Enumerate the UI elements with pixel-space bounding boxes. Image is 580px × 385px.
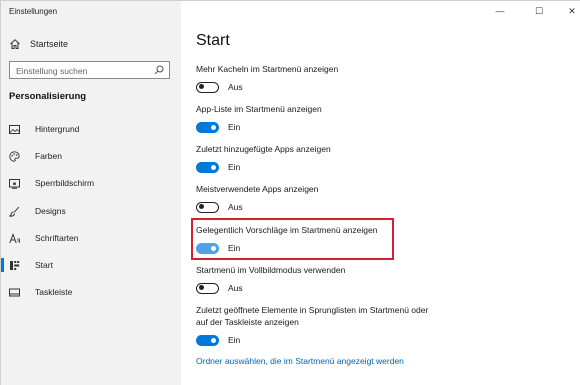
- start-icon: [10, 260, 20, 270]
- setting-jump-lists: Zuletzt geöffnete Elemente in Sprunglist…: [196, 304, 431, 346]
- toggle-state: Ein: [228, 335, 241, 345]
- setting-label: Mehr Kacheln im Startmenü anzeigen: [196, 64, 339, 74]
- sidebar-item-taskleiste[interactable]: Taskleiste: [1, 283, 181, 301]
- maximize-button[interactable]: ☐: [533, 5, 545, 17]
- setting-label: App-Liste im Startmenü anzeigen: [196, 104, 322, 114]
- toggle-switch[interactable]: [196, 334, 219, 346]
- setting-label: Zuletzt hinzugefügte Apps anzeigen: [196, 144, 331, 154]
- setting-more-tiles: Mehr Kacheln im Startmenü anzeigen Aus: [196, 63, 566, 93]
- toggle-state: Ein: [228, 162, 241, 172]
- choose-folders-link[interactable]: Ordner auswählen, die im Startmenü angez…: [196, 356, 404, 366]
- search-placeholder: Einstellung suchen: [16, 66, 88, 76]
- sidebar-item-label: Schriftarten: [35, 233, 79, 243]
- search-icon[interactable]: [154, 65, 164, 75]
- font-icon: [9, 232, 20, 243]
- setting-recent-apps: Zuletzt hinzugefügte Apps anzeigen Ein: [196, 143, 566, 173]
- settings-window: Einstellungen Startseite Einstellung suc…: [0, 0, 580, 385]
- toggle-state: Aus: [228, 283, 243, 293]
- toggle-state: Ein: [228, 243, 241, 253]
- lock-screen-icon: [9, 178, 20, 189]
- picture-icon: [9, 124, 20, 134]
- sidebar-item-sperrbildschirm[interactable]: Sperrbildschirm: [1, 174, 181, 192]
- sidebar-item-start[interactable]: Start: [1, 256, 181, 274]
- window-title: Einstellungen: [9, 7, 58, 16]
- toggle-switch[interactable]: [196, 161, 219, 173]
- toggle-switch[interactable]: [196, 201, 219, 213]
- setting-label: Meistverwendete Apps anzeigen: [196, 184, 319, 194]
- sidebar-item-label: Hintergrund: [35, 124, 80, 134]
- toggle-switch[interactable]: [196, 121, 219, 133]
- sidebar-item-designs[interactable]: Designs: [1, 202, 181, 220]
- toggle-state: Aus: [228, 82, 243, 92]
- sidebar-item-label: Designs: [35, 206, 66, 216]
- page-title: Start: [196, 32, 230, 49]
- sidebar-item-label: Start: [35, 260, 53, 270]
- home-link[interactable]: Startseite: [9, 36, 68, 52]
- toggle-state: Aus: [228, 202, 243, 212]
- toggle-state: Ein: [228, 122, 241, 132]
- sidebar-item-label: Farben: [35, 151, 62, 161]
- sidebar-item-label: Taskleiste: [35, 287, 73, 297]
- setting-label: Startmenü im Vollbildmodus verwenden: [196, 265, 346, 275]
- setting-app-list: App-Liste im Startmenü anzeigen Ein: [196, 103, 566, 133]
- toggle-switch[interactable]: [196, 242, 219, 254]
- search-input[interactable]: Einstellung suchen: [9, 61, 170, 79]
- close-button[interactable]: ✕: [566, 5, 578, 17]
- toggle-switch[interactable]: [196, 81, 219, 93]
- section-title: Personalisierung: [9, 91, 87, 102]
- home-icon: [10, 39, 20, 49]
- setting-most-used-apps: Meistverwendete Apps anzeigen Aus: [196, 183, 566, 213]
- setting-label: Gelegentlich Vorschläge im Startmenü anz…: [196, 225, 378, 235]
- setting-fullscreen-start: Startmenü im Vollbildmodus verwenden Aus: [196, 264, 566, 294]
- palette-icon: [9, 150, 20, 162]
- home-label: Startseite: [30, 39, 69, 49]
- main-content: — ☐ ✕ Start Mehr Kacheln im Startmenü an…: [181, 1, 580, 385]
- minimize-button[interactable]: —: [494, 5, 506, 17]
- setting-label: Zuletzt geöffnete Elemente in Sprunglist…: [196, 305, 429, 327]
- sidebar-item-farben[interactable]: Farben: [1, 147, 181, 165]
- sidebar-item-label: Sperrbildschirm: [35, 178, 95, 188]
- sidebar-item-hintergrund[interactable]: Hintergrund: [1, 120, 181, 138]
- setting-suggestions: Gelegentlich Vorschläge im Startmenü anz…: [196, 224, 566, 254]
- sidebar: Einstellungen Startseite Einstellung suc…: [1, 1, 181, 385]
- sidebar-item-schriftarten[interactable]: Schriftarten: [1, 229, 181, 247]
- toggle-switch[interactable]: [196, 282, 219, 294]
- brush-icon: [9, 206, 20, 217]
- taskbar-icon: [9, 288, 20, 296]
